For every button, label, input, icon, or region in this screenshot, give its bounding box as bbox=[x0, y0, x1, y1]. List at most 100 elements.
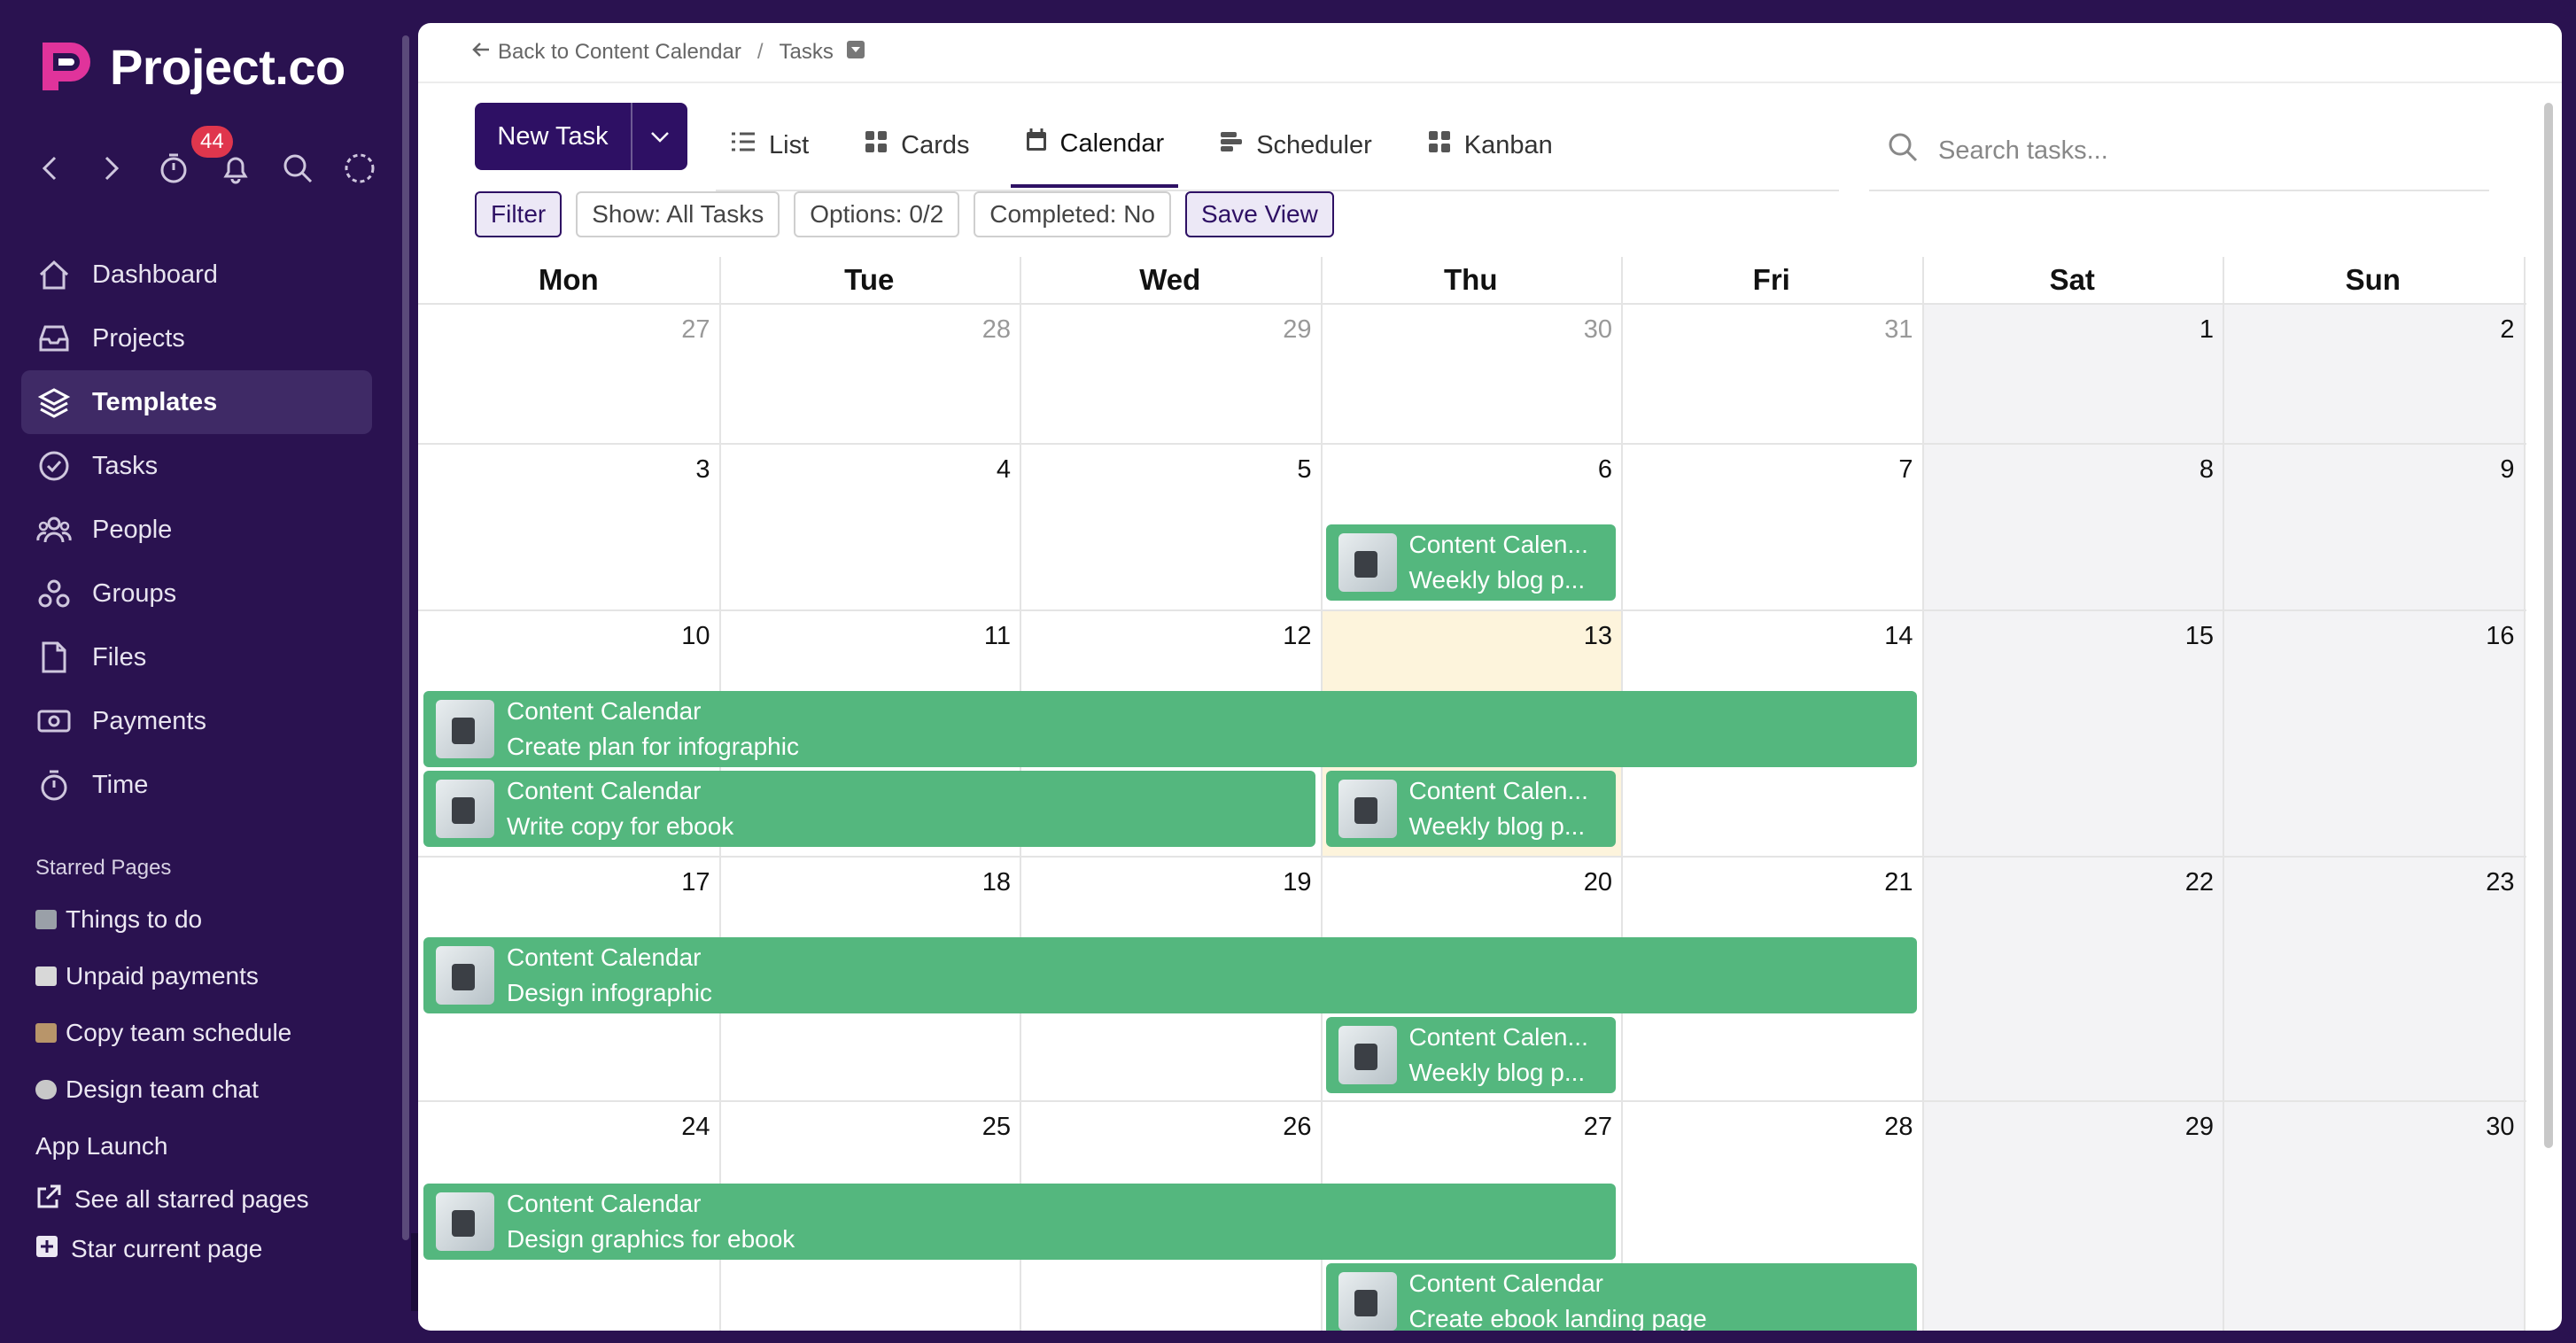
project-thumbnail-icon bbox=[1338, 1026, 1397, 1084]
sidebar-item-tasks[interactable]: Tasks bbox=[21, 434, 372, 498]
day-number[interactable]: 11 bbox=[745, 622, 1011, 651]
back-arrow-icon[interactable] bbox=[34, 152, 66, 184]
day-number[interactable]: 25 bbox=[745, 1113, 1011, 1142]
search-icon[interactable] bbox=[282, 152, 314, 184]
sidebar-item-payments[interactable]: Payments bbox=[21, 689, 372, 753]
filter-button[interactable]: Filter bbox=[475, 191, 563, 237]
calendar-event[interactable]: Content Calendar Create ebook landing pag… bbox=[1325, 1263, 1917, 1331]
search-input[interactable]: Search tasks... bbox=[1938, 136, 2108, 166]
calendar-event[interactable]: Content Calendar Design infographic bbox=[423, 937, 1917, 1013]
new-task-button[interactable]: New Task bbox=[475, 103, 632, 170]
app-launch-item[interactable]: App Launch bbox=[35, 1118, 309, 1175]
dropdown-square-icon[interactable] bbox=[846, 40, 865, 66]
star-current-page-link[interactable]: Star current page bbox=[35, 1224, 309, 1274]
sidebar-item-time[interactable]: Time bbox=[21, 753, 372, 817]
day-number[interactable]: 9 bbox=[2249, 455, 2514, 485]
calendar-event[interactable]: Content Calen... Weekly blog p... bbox=[1325, 1017, 1616, 1093]
sidebar-scrollbar[interactable] bbox=[402, 35, 409, 1240]
day-number[interactable]: 20 bbox=[1346, 868, 1612, 897]
day-number[interactable]: 2 bbox=[2249, 315, 2514, 345]
day-number[interactable]: 19 bbox=[1046, 868, 1311, 897]
event-project-name: Content Calendar bbox=[507, 943, 702, 971]
loading-circle-icon[interactable] bbox=[344, 152, 376, 184]
starred-page-label: Unpaid payments bbox=[66, 962, 259, 990]
day-number[interactable]: 12 bbox=[1046, 622, 1311, 651]
day-number[interactable]: 4 bbox=[745, 455, 1011, 485]
grid-line bbox=[1320, 257, 1323, 1331]
see-all-starred-link[interactable]: See all starred pages bbox=[35, 1175, 309, 1224]
calendar-event[interactable]: Content Calendar Design graphics for eboo… bbox=[423, 1184, 1616, 1260]
calendar-event[interactable]: Content Calen... Weekly blog p... bbox=[1325, 771, 1616, 847]
calendar-scrollbar[interactable] bbox=[2544, 103, 2553, 1148]
day-number[interactable]: 28 bbox=[745, 315, 1011, 345]
breadcrumb-back-link[interactable]: Back to Content Calendar bbox=[498, 40, 741, 65]
sidebar-item-label: People bbox=[92, 515, 173, 544]
calendar-grid: Mon Tue Wed Thu Fri Sat Sun 27 28 29 30 31 1 2 3 4 5 6 7 8 9… bbox=[418, 257, 2526, 1331]
starred-page-item[interactable]: Things to do bbox=[35, 891, 309, 948]
day-number[interactable]: 3 bbox=[445, 455, 710, 485]
sidebar-item-groups[interactable]: Groups bbox=[21, 562, 372, 625]
day-number[interactable]: 7 bbox=[1648, 455, 1913, 485]
day-number[interactable]: 18 bbox=[745, 868, 1011, 897]
bell-icon[interactable] bbox=[220, 152, 252, 184]
inbox-icon bbox=[35, 320, 73, 357]
day-number[interactable]: 1 bbox=[1948, 315, 2214, 345]
starred-page-item[interactable]: Copy team schedule bbox=[35, 1005, 309, 1061]
day-number[interactable]: 13 bbox=[1346, 622, 1612, 651]
day-number[interactable]: 27 bbox=[445, 315, 710, 345]
arrow-left-icon bbox=[471, 40, 491, 65]
event-task-name: Create ebook landing page bbox=[1408, 1305, 1707, 1331]
day-number[interactable]: 15 bbox=[1948, 622, 2214, 651]
new-task-dropdown-button[interactable] bbox=[632, 122, 687, 151]
calendar-event[interactable]: Content Calen... Weekly blog p... bbox=[1325, 524, 1616, 601]
search-box[interactable]: Search tasks... bbox=[1869, 112, 2489, 191]
day-number[interactable]: 6 bbox=[1346, 455, 1612, 485]
starred-page-item[interactable]: Design team chat bbox=[35, 1061, 309, 1118]
day-number[interactable]: 14 bbox=[1648, 622, 1913, 651]
day-number[interactable]: 10 bbox=[445, 622, 710, 651]
day-number[interactable]: 29 bbox=[1948, 1113, 2214, 1142]
tab-list[interactable]: List bbox=[716, 103, 823, 188]
day-number[interactable]: 27 bbox=[1346, 1113, 1612, 1142]
show-filter-button[interactable]: Show: All Tasks bbox=[576, 191, 780, 237]
day-number[interactable]: 16 bbox=[2249, 622, 2514, 651]
sidebar-item-dashboard[interactable]: Dashboard bbox=[21, 243, 372, 307]
calendar-event[interactable]: Content Calendar Write copy for ebook bbox=[423, 771, 1315, 847]
tab-scheduler[interactable]: Scheduler bbox=[1205, 103, 1386, 188]
day-number[interactable]: 31 bbox=[1648, 315, 1913, 345]
notification-badge: 44 bbox=[191, 126, 233, 158]
sidebar-item-templates[interactable]: Templates bbox=[21, 370, 372, 434]
tab-calendar[interactable]: Calendar bbox=[1010, 103, 1179, 188]
day-number[interactable]: 21 bbox=[1648, 868, 1913, 897]
day-number[interactable]: 30 bbox=[1346, 315, 1612, 345]
day-number[interactable]: 28 bbox=[1648, 1113, 1913, 1142]
day-number[interactable]: 29 bbox=[1046, 315, 1311, 345]
timer-icon[interactable] bbox=[158, 152, 190, 184]
check-circle-icon bbox=[35, 447, 73, 485]
day-number[interactable]: 8 bbox=[1948, 455, 2214, 485]
filter-bar: Filter Show: All Tasks Options: 0/2 Comp… bbox=[475, 191, 1334, 237]
day-number[interactable]: 5 bbox=[1046, 455, 1311, 485]
app-logo[interactable]: Project.co bbox=[35, 35, 345, 97]
sidebar-item-people[interactable]: People bbox=[21, 498, 372, 562]
save-view-button[interactable]: Save View bbox=[1185, 191, 1334, 237]
sidebar-item-files[interactable]: Files bbox=[21, 625, 372, 689]
forward-arrow-icon[interactable] bbox=[96, 152, 128, 184]
starred-page-item[interactable]: Unpaid payments bbox=[35, 948, 309, 1005]
tab-kanban[interactable]: Kanban bbox=[1413, 103, 1567, 188]
completed-filter-button[interactable]: Completed: No bbox=[974, 191, 1172, 237]
day-number[interactable]: 24 bbox=[445, 1113, 710, 1142]
day-number[interactable]: 30 bbox=[2249, 1113, 2514, 1142]
grid-line bbox=[418, 303, 2526, 305]
day-number[interactable]: 22 bbox=[1948, 868, 2214, 897]
event-task-name: Weekly blog p... bbox=[1408, 1059, 1586, 1086]
options-filter-button[interactable]: Options: 0/2 bbox=[794, 191, 960, 237]
grid-line bbox=[418, 609, 2526, 611]
day-number[interactable]: 26 bbox=[1046, 1113, 1311, 1142]
tab-cards[interactable]: Cards bbox=[850, 103, 983, 188]
sidebar-item-projects[interactable]: Projects bbox=[21, 307, 372, 370]
day-number[interactable]: 23 bbox=[2249, 868, 2514, 897]
sidebar: Project.co 44 Dashboard Projects Templat… bbox=[0, 0, 409, 1343]
calendar-event[interactable]: Content Calendar Create plan for infograp… bbox=[423, 691, 1917, 767]
day-number[interactable]: 17 bbox=[445, 868, 710, 897]
